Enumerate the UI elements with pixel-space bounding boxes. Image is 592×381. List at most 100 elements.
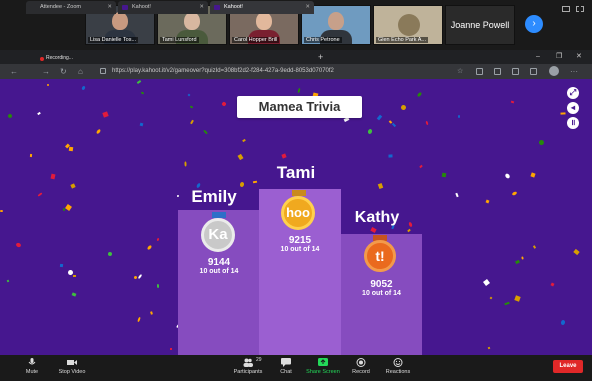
- share-icon[interactable]: [512, 68, 519, 75]
- confetti-piece: [169, 347, 173, 351]
- confetti-piece: [252, 180, 258, 184]
- tab-label: Attendee - Zoom: [40, 4, 81, 10]
- confetti-piece: [37, 111, 41, 116]
- confetti-piece: [72, 274, 77, 278]
- confetti-piece: [455, 192, 459, 198]
- player-score: 9052: [370, 279, 393, 290]
- maximize-icon[interactable]: ❐: [556, 50, 562, 64]
- mute-button[interactable]: Mute: [20, 355, 44, 375]
- confetti-piece: [538, 139, 545, 146]
- confetti-piece: [189, 105, 194, 109]
- microphone-icon: [28, 358, 36, 365]
- confetti-piece: [65, 204, 72, 211]
- quiz-title: Mamea Trivia: [237, 96, 362, 118]
- zoom-window: Lisa Danielle Tos... Tami Lunsford Carol…: [0, 0, 592, 381]
- participant-tile[interactable]: Joanne Powell: [445, 5, 515, 45]
- confetti-piece: [203, 129, 208, 135]
- confetti-piece: [504, 301, 510, 306]
- confetti-piece: [237, 153, 244, 161]
- home-icon[interactable]: ⌂: [78, 64, 83, 79]
- tab-kahoot-active[interactable]: Kahoot! ✕: [210, 1, 314, 14]
- confetti-piece: [156, 237, 160, 242]
- fullscreen-icon[interactable]: [576, 6, 584, 12]
- participant-name: Glen Echo Park A...: [376, 37, 428, 43]
- confetti-piece: [95, 128, 102, 135]
- confetti-piece: [416, 91, 423, 98]
- participant-video: [328, 12, 344, 30]
- confetti-piece: [377, 182, 384, 190]
- favorites-icon[interactable]: [476, 68, 483, 75]
- confetti-piece: [573, 248, 580, 256]
- participant-video: [112, 12, 128, 30]
- browser-tab-bar: [0, 50, 592, 64]
- tab-kahoot[interactable]: Kahoot! ✕: [118, 1, 208, 14]
- confetti-piece: [150, 311, 153, 315]
- close-icon[interactable]: ✕: [107, 1, 112, 14]
- confetti-piece: [242, 138, 246, 143]
- tab-label: Kahoot!: [132, 4, 151, 10]
- confetti-piece: [510, 100, 515, 104]
- confetti-piece: [521, 256, 524, 260]
- confetti-piece: [46, 83, 50, 87]
- confetti-piece: [133, 275, 138, 280]
- confetti-piece: [146, 244, 153, 251]
- close-window-icon[interactable]: ✕: [576, 50, 582, 64]
- url-field[interactable]: https://play.kahoot.it/v2/gameover?quizI…: [112, 64, 334, 79]
- participant-name: Joanne Powell: [450, 20, 510, 30]
- back-icon[interactable]: ←: [10, 64, 18, 79]
- player-avatar: Ka: [201, 218, 235, 252]
- confetti-piece: [489, 296, 493, 300]
- fullscreen-button[interactable]: ⤢: [567, 87, 579, 99]
- close-icon[interactable]: ✕: [305, 1, 310, 14]
- extensions-icon[interactable]: [530, 68, 537, 75]
- player-correct-count: 10 out of 14: [362, 290, 401, 297]
- confetti-piece: [156, 283, 160, 289]
- confetti-piece: [391, 122, 397, 128]
- stop-video-button[interactable]: Stop Video: [55, 355, 89, 375]
- participant-count: 29: [256, 357, 262, 363]
- minimize-icon[interactable]: –: [536, 50, 540, 64]
- share-screen-icon: [318, 358, 328, 366]
- reactions-label: Reactions: [385, 369, 411, 375]
- video-camera-icon: [67, 360, 77, 365]
- confetti-piece: [425, 120, 429, 126]
- reload-icon[interactable]: ↻: [60, 64, 67, 79]
- confetti-piece: [37, 192, 43, 197]
- participant-tile[interactable]: Glen Echo Park A...: [373, 5, 443, 45]
- leave-button[interactable]: Leave: [553, 360, 583, 373]
- stop-video-label: Stop Video: [58, 369, 86, 375]
- confetti-piece: [102, 111, 109, 118]
- confetti-piece: [407, 228, 411, 233]
- tab-zoom[interactable]: Attendee - Zoom ✕: [26, 1, 116, 14]
- confetti-piece: [532, 245, 537, 249]
- reactions-button[interactable]: Reactions: [384, 355, 412, 375]
- close-icon[interactable]: ✕: [199, 1, 204, 14]
- chat-button[interactable]: Chat: [276, 355, 296, 375]
- confetti-piece: [137, 316, 141, 323]
- volume-button[interactable]: ◂: [567, 102, 579, 114]
- collections-icon[interactable]: [494, 68, 501, 75]
- favorite-star-icon[interactable]: ☆: [457, 64, 463, 79]
- chat-icon: [281, 358, 291, 367]
- participant-video: [256, 12, 272, 30]
- player-avatar: t!: [364, 240, 396, 272]
- record-button[interactable]: Record: [350, 355, 372, 375]
- menu-dots-icon[interactable]: ···: [570, 64, 578, 79]
- confetti-piece: [7, 113, 13, 119]
- share-screen-button[interactable]: Share Screen: [304, 355, 342, 375]
- next-participants-icon[interactable]: ›: [525, 15, 543, 33]
- forward-icon[interactable]: →: [42, 64, 50, 79]
- profile-avatar[interactable]: [549, 66, 559, 76]
- confetti-piece: [6, 279, 10, 283]
- mute-label: Mute: [25, 369, 39, 375]
- confetti-piece: [504, 172, 511, 180]
- share-screen-label: Share Screen: [306, 369, 340, 375]
- gallery-view-icon[interactable]: [562, 6, 570, 12]
- confetti-piece: [560, 319, 566, 326]
- confetti-piece: [400, 104, 407, 111]
- confetti-piece: [139, 122, 144, 127]
- pause-button[interactable]: ॥: [567, 117, 579, 129]
- lock-icon[interactable]: [100, 68, 106, 74]
- player-correct-count: 10 out of 14: [199, 268, 239, 275]
- new-tab-button[interactable]: +: [318, 50, 323, 64]
